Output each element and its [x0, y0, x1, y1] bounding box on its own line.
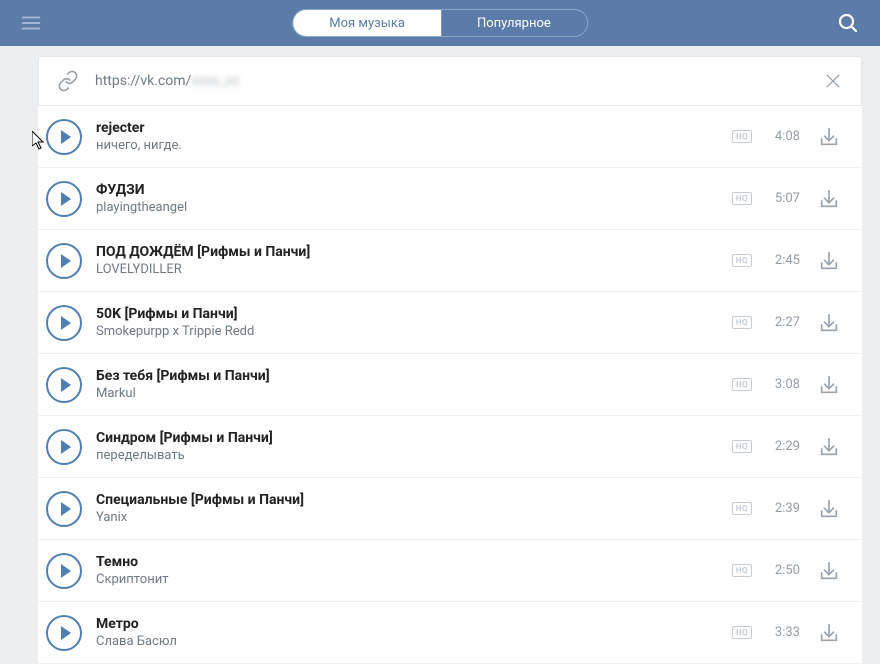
track-artist: Yanix [96, 510, 718, 525]
play-button[interactable] [46, 181, 82, 217]
track-row: ФУДЗИ playingtheangel HQ 5:07 [38, 168, 862, 230]
play-icon [61, 316, 71, 330]
link-icon [57, 70, 79, 92]
play-button[interactable] [46, 615, 82, 651]
hq-badge: HQ [732, 626, 752, 639]
track-info: ПОД ДОЖДЁМ [Рифмы и Панчи] LOVELYDILLER [96, 244, 718, 277]
content-area: https://vk.com/xxxx_xx rejecter ничего, … [0, 46, 880, 664]
download-button[interactable] [814, 494, 844, 524]
track-list: rejecter ничего, нигде. HQ 4:08 ФУДЗИ pl… [38, 106, 862, 664]
track-artist: Smokepurpp x Trippie Redd [96, 324, 718, 339]
url-input[interactable]: https://vk.com/xxxx_xx [95, 73, 807, 89]
track-artist: LOVELYDILLER [96, 262, 718, 277]
track-info: Специальные [Рифмы и Панчи] Yanix [96, 492, 718, 525]
track-row: 50K [Рифмы и Панчи] Smokepurpp x Trippie… [38, 292, 862, 354]
play-button[interactable] [46, 243, 82, 279]
download-button[interactable] [814, 122, 844, 152]
track-duration: 4:08 [766, 129, 800, 144]
track-title: ПОД ДОЖДЁМ [Рифмы и Панчи] [96, 244, 718, 260]
download-button[interactable] [814, 618, 844, 648]
track-info: Метро Слава Басюл [96, 616, 718, 649]
play-icon [61, 254, 71, 268]
play-button[interactable] [46, 305, 82, 341]
track-duration: 5:07 [766, 191, 800, 206]
url-prefix: https://vk.com/ [95, 73, 191, 89]
track-title: Синдром [Рифмы и Панчи] [96, 430, 718, 446]
tab-popular[interactable]: Популярное [441, 10, 587, 36]
track-title: Специальные [Рифмы и Панчи] [96, 492, 718, 508]
track-info: rejecter ничего, нигде. [96, 120, 718, 153]
play-icon [61, 378, 71, 392]
play-button[interactable] [46, 491, 82, 527]
play-button[interactable] [46, 553, 82, 589]
track-row: Синдром [Рифмы и Панчи] переделывать HQ … [38, 416, 862, 478]
app-header: Моя музыка Популярное [0, 0, 880, 46]
track-artist: переделывать [96, 448, 718, 463]
play-button[interactable] [46, 119, 82, 155]
search-icon[interactable] [836, 11, 860, 35]
url-obscured: xxxx_xx [191, 73, 239, 89]
hq-badge: HQ [732, 254, 752, 267]
track-artist: Слава Басюл [96, 634, 718, 649]
track-artist: Markul [96, 386, 718, 401]
track-row: Специальные [Рифмы и Панчи] Yanix HQ 2:3… [38, 478, 862, 540]
play-icon [61, 130, 71, 144]
hq-badge: HQ [732, 502, 752, 515]
track-duration: 2:39 [766, 501, 800, 516]
track-duration: 2:29 [766, 439, 800, 454]
track-row: Темно Скриптонит HQ 2:50 [38, 540, 862, 602]
track-duration: 3:08 [766, 377, 800, 392]
hq-badge: HQ [732, 378, 752, 391]
play-button[interactable] [46, 367, 82, 403]
play-button[interactable] [46, 429, 82, 465]
play-icon [61, 626, 71, 640]
track-info: ФУДЗИ playingtheangel [96, 182, 718, 215]
track-title: Метро [96, 616, 718, 632]
tab-my-music[interactable]: Моя музыка [293, 10, 441, 36]
track-info: Синдром [Рифмы и Панчи] переделывать [96, 430, 718, 463]
download-button[interactable] [814, 370, 844, 400]
download-button[interactable] [814, 308, 844, 338]
track-title: ФУДЗИ [96, 182, 718, 198]
track-row: Без тебя [Рифмы и Панчи] Markul HQ 3:08 [38, 354, 862, 416]
download-button[interactable] [814, 432, 844, 462]
track-duration: 2:27 [766, 315, 800, 330]
play-icon [61, 502, 71, 516]
track-title: 50K [Рифмы и Панчи] [96, 306, 718, 322]
close-icon[interactable] [823, 71, 843, 91]
track-artist: ничего, нигде. [96, 138, 718, 153]
tab-bar: Моя музыка Популярное [292, 9, 588, 37]
download-button[interactable] [814, 246, 844, 276]
track-duration: 3:33 [766, 625, 800, 640]
track-title: rejecter [96, 120, 718, 136]
download-button[interactable] [814, 556, 844, 586]
hq-badge: HQ [732, 192, 752, 205]
track-title: Без тебя [Рифмы и Панчи] [96, 368, 718, 384]
url-bar: https://vk.com/xxxx_xx [38, 56, 862, 106]
track-title: Темно [96, 554, 718, 570]
track-duration: 2:50 [766, 563, 800, 578]
track-artist: Скриптонит [96, 572, 718, 587]
track-info: Без тебя [Рифмы и Панчи] Markul [96, 368, 718, 401]
play-icon [61, 564, 71, 578]
play-icon [61, 440, 71, 454]
hq-badge: HQ [732, 130, 752, 143]
play-icon [61, 192, 71, 206]
track-info: 50K [Рифмы и Панчи] Smokepurpp x Trippie… [96, 306, 718, 339]
track-duration: 2:45 [766, 253, 800, 268]
track-row: Метро Слава Басюл HQ 3:33 [38, 602, 862, 664]
menu-icon[interactable] [20, 12, 42, 34]
track-info: Темно Скриптонит [96, 554, 718, 587]
track-row: ПОД ДОЖДЁМ [Рифмы и Панчи] LOVELYDILLER … [38, 230, 862, 292]
download-button[interactable] [814, 184, 844, 214]
hq-badge: HQ [732, 564, 752, 577]
hq-badge: HQ [732, 316, 752, 329]
hq-badge: HQ [732, 440, 752, 453]
track-artist: playingtheangel [96, 200, 718, 215]
track-row: rejecter ничего, нигде. HQ 4:08 [38, 106, 862, 168]
